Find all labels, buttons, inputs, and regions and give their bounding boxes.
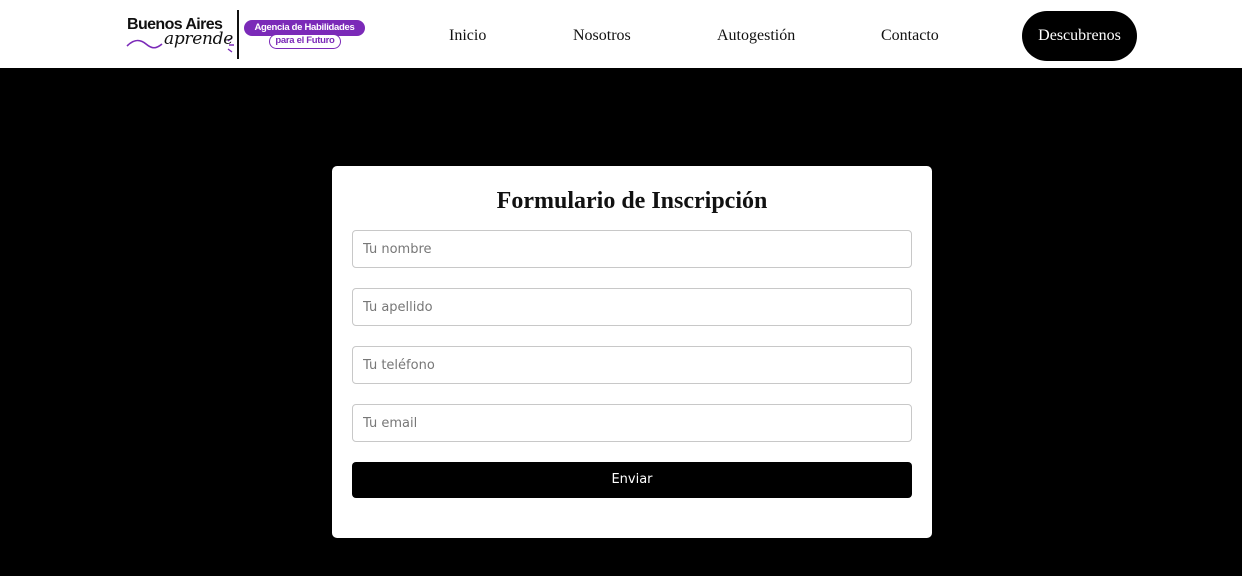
form-title: Formulario de Inscripción [496, 188, 768, 214]
email-input[interactable] [352, 404, 912, 442]
nav-item-inicio[interactable]: Inicio [449, 26, 486, 46]
enviar-button[interactable]: Enviar [352, 462, 912, 498]
nombre-input[interactable] [352, 230, 912, 268]
nav-item-autogestion[interactable]: Autogestión [717, 26, 795, 46]
apellido-input[interactable] [352, 288, 912, 326]
telefono-input[interactable] [352, 346, 912, 384]
brand-name-line2: aprende [164, 29, 233, 49]
descubrenos-button[interactable]: Descubrenos [1022, 11, 1137, 61]
brand-divider [237, 10, 239, 59]
nav-item-nosotros[interactable]: Nosotros [573, 26, 631, 46]
brand-logo[interactable]: Buenos Aires aprende Agencia de Habilida… [126, 9, 371, 61]
brand-badge-bottom: para el Futuro [269, 34, 341, 49]
brand-wordmark: Buenos Aires aprende [126, 9, 236, 61]
registration-form: Formulario de Inscripción Enviar [332, 166, 932, 538]
site-header: Buenos Aires aprende Agencia de Habilida… [0, 0, 1242, 68]
nav-item-contacto[interactable]: Contacto [881, 26, 939, 46]
